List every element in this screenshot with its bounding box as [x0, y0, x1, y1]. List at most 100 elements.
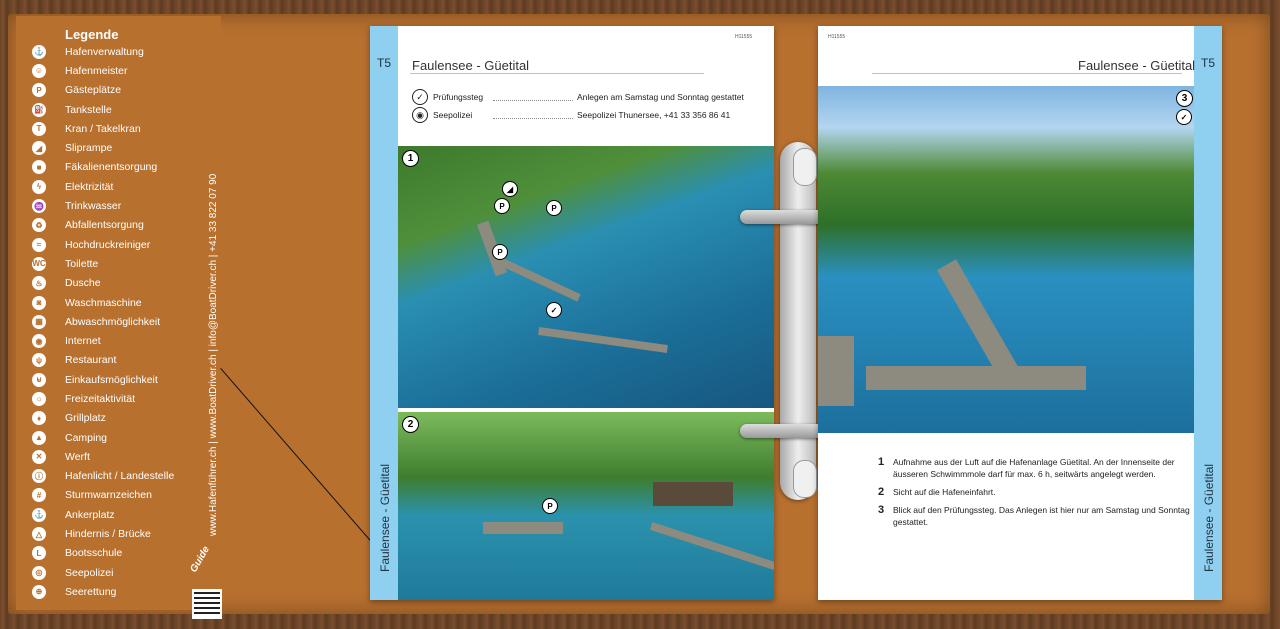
legend-item: L Bootsschule: [32, 544, 174, 563]
legend-label: Dusche: [65, 277, 101, 290]
photo-harbor-entrance[interactable]: 2 P: [398, 412, 774, 600]
page-code: H11555: [828, 34, 846, 40]
legend-label: Grillplatz: [65, 412, 106, 425]
caption-number: 2: [878, 486, 885, 498]
section-tag: T5: [1200, 56, 1215, 70]
caption-text: Aufnahme aus der Luft auf die Hafenanlag…: [893, 457, 1175, 479]
legend-label: Toilette: [65, 257, 99, 270]
info-row-seepolizei: ◉ Seepolizei Seepolizei Thunersee, +41 3…: [412, 107, 730, 123]
legend-item: ☺ Hafenmeister: [32, 61, 174, 80]
leisure-icon: ☼: [32, 391, 46, 406]
dotted-leader: [493, 94, 573, 101]
legend-label: Ankerplatz: [65, 508, 115, 521]
guest-berth-marker: P: [542, 498, 558, 514]
check-marker-icon: ✓: [546, 302, 562, 318]
pier: [818, 336, 854, 406]
pier: [649, 522, 774, 570]
aerial-photo-harbor[interactable]: 1 ◢ P P P ✓: [398, 146, 774, 408]
legend-item: T Kran / Takelkran: [32, 119, 174, 138]
legend-item: P Gästeplätze: [32, 81, 174, 100]
legend-label: Hafenmeister: [65, 64, 128, 77]
boathouse: [653, 482, 733, 506]
rescue-icon: ⊕: [32, 584, 46, 599]
legend-label: Freizeitaktivität: [65, 392, 136, 405]
crane-icon: T: [32, 121, 46, 136]
guest-berth-marker: P: [546, 200, 562, 216]
grill-icon: ♦: [32, 411, 46, 426]
legend-label: Internet: [65, 335, 101, 348]
info-row-pruefungssteg: ✓ Prüfungssteg Anlegen am Samstag und So…: [412, 89, 744, 105]
legend-item: ⛽ Tankstelle: [32, 100, 174, 119]
title-rule: [410, 73, 704, 74]
title-rule: [872, 73, 1182, 74]
legend-label: Fäkalienentsorgung: [65, 161, 158, 174]
legend-item: ⚓ Ankerplatz: [32, 505, 174, 524]
qr-code[interactable]: [192, 589, 222, 619]
photo-test-pier[interactable]: 3 ✓: [818, 86, 1194, 433]
info-label: Seepolizei: [433, 110, 473, 120]
legend-item: ◉ Internet: [32, 331, 174, 350]
harbor-admin-icon: ⚓: [32, 44, 46, 59]
legend-list: ⚓ Hafenverwaltung ☺ Hafenmeister P Gästeplätz…: [32, 42, 174, 602]
electricity-icon: ϟ: [32, 179, 46, 194]
contact-vertical-text: www.Hafenführer.ch | www.BoatDriver.ch |…: [208, 173, 219, 536]
legend-panel: Legende ⚓ Hafenverwaltung ☺ Hafenmeister P Gä…: [16, 16, 222, 619]
legend-item: ⚓ Hafenverwaltung: [32, 42, 174, 61]
fuel-icon: ⛽: [32, 102, 46, 117]
legend-label: Hindernis / Brücke: [65, 528, 151, 541]
lake-police-icon: ◎: [32, 565, 46, 580]
legend-item: ◙ Waschmaschine: [32, 293, 174, 312]
info-label: Prüfungssteg: [433, 92, 484, 102]
boat-school-icon: L: [32, 546, 46, 561]
section-tag: T5: [376, 56, 391, 70]
legend-label: Trinkwasser: [65, 200, 122, 213]
pier: [483, 522, 563, 534]
shipyard-icon: ✕: [32, 449, 46, 464]
storm-warning-icon: #: [32, 488, 46, 503]
harbor-light-icon: ⓘ: [32, 469, 46, 484]
legend-label: Hafenlicht / Landestelle: [65, 470, 175, 483]
photo-number: 3: [1176, 90, 1193, 107]
legend-item: ▲ Camping: [32, 428, 174, 447]
shower-icon: ♨: [32, 276, 46, 291]
check-marker-icon: ✓: [1176, 109, 1192, 125]
caption-row: 3 Blick auf den Prüfungssteg. Das Anlegen…: [878, 504, 1198, 528]
legend-item: ψ Restaurant: [32, 351, 174, 370]
caption-number: 3: [878, 504, 885, 516]
legend-label: Abwaschmöglichkeit: [65, 315, 161, 328]
legend-label: Sliprampe: [65, 142, 113, 155]
legend-label: Camping: [65, 431, 108, 444]
legend-item: # Sturmwarnzeichen: [32, 486, 174, 505]
page-title: Faulensee - Güetital: [1078, 58, 1196, 73]
internet-icon: ◉: [32, 334, 46, 349]
waste-water-icon: ■: [32, 160, 46, 175]
guest-berth-marker: P: [492, 244, 508, 260]
pier: [500, 258, 581, 302]
legend-item: ◢ Sliprampe: [32, 138, 174, 157]
legend-label: Kran / Takelkran: [65, 122, 141, 135]
legend-item: ϟ Elektrizität: [32, 177, 174, 196]
page-title: Faulensee - Güetital: [412, 58, 530, 73]
legend-item: ◎ Seepolizei: [32, 563, 174, 582]
legend-label: Elektrizität: [65, 180, 114, 193]
legend-item: WC Toilette: [32, 254, 174, 273]
ring-binder-spine: [780, 142, 816, 500]
caption-text: Blick auf den Prüfungssteg. Das Anlegen …: [893, 505, 1190, 527]
pier: [866, 366, 1086, 390]
page-code: H11555: [735, 34, 753, 40]
eye-icon: ◉: [412, 107, 428, 123]
dishwashing-icon: ▦: [32, 314, 46, 329]
legend-title: Legende: [65, 27, 119, 42]
legend-label: Hochdruckreiniger: [65, 238, 151, 251]
guide-logo: Guide: [188, 544, 213, 575]
legend-label: Werft: [65, 450, 90, 463]
caption-row: 2 Sicht auf die Hafeneinfahrt.: [878, 486, 1198, 498]
pressure-washer-icon: ≈: [32, 237, 46, 252]
vertical-page-title: Faulensee - Güetital: [378, 463, 392, 572]
ring-knob: [793, 460, 817, 498]
left-page-stripe: T5 Faulensee - Güetital: [370, 26, 398, 600]
info-value: Seepolizei Thunersee, +41 33 356 86 41: [577, 110, 731, 120]
legend-item: ♨ Dusche: [32, 274, 174, 293]
legend-item: ▦ Abwaschmöglichkeit: [32, 312, 174, 331]
shopping-icon: ⊌: [32, 372, 46, 387]
